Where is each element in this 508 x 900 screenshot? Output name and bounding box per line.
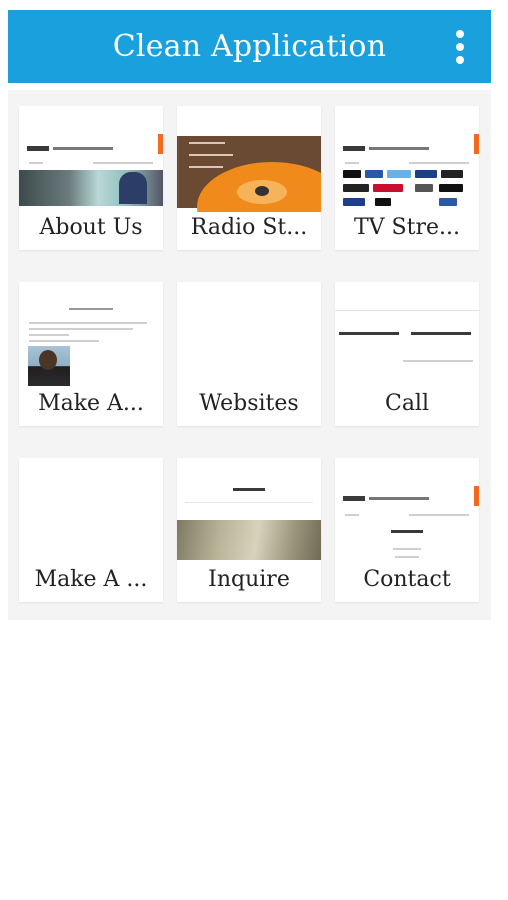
tile-label: Websites bbox=[199, 391, 299, 416]
app-bar: Clean Application bbox=[8, 10, 491, 83]
websites-thumbnail bbox=[177, 282, 321, 388]
tile-label: Contact bbox=[363, 567, 451, 592]
tile-contact[interactable]: Contact bbox=[335, 458, 479, 602]
tile-make-a[interactable]: Make A ... bbox=[19, 458, 163, 602]
overflow-menu-icon[interactable] bbox=[451, 30, 469, 64]
about-us-thumbnail bbox=[19, 106, 163, 212]
make-appointment-thumbnail bbox=[19, 282, 163, 388]
radio-thumbnail bbox=[177, 106, 321, 212]
tile-inquire[interactable]: Inquire bbox=[177, 458, 321, 602]
call-thumbnail bbox=[335, 282, 479, 388]
tile-label: About Us bbox=[39, 215, 143, 240]
contact-thumbnail bbox=[335, 458, 479, 564]
tile-call[interactable]: Call bbox=[335, 282, 479, 426]
tile-make-appointment[interactable]: Make A... bbox=[19, 282, 163, 426]
tile-grid: About Us Radio St... TV Stre... Make A..… bbox=[8, 90, 491, 620]
tile-label: Inquire bbox=[208, 567, 290, 592]
tv-thumbnail bbox=[335, 106, 479, 212]
tile-label: Make A... bbox=[38, 391, 144, 416]
make-a-thumbnail bbox=[19, 458, 163, 564]
tile-about-us[interactable]: About Us bbox=[19, 106, 163, 250]
tile-label: Radio St... bbox=[190, 215, 308, 240]
app-title: Clean Application bbox=[112, 29, 387, 64]
tile-radio-streaming[interactable]: Radio St... bbox=[177, 106, 321, 250]
tile-tv-streaming[interactable]: TV Stre... bbox=[335, 106, 479, 250]
tile-websites[interactable]: Websites bbox=[177, 282, 321, 426]
tile-label: Call bbox=[384, 391, 430, 416]
tile-label: Make A ... bbox=[34, 567, 148, 592]
inquire-thumbnail bbox=[177, 458, 321, 564]
tile-label: TV Stre... bbox=[354, 215, 460, 240]
